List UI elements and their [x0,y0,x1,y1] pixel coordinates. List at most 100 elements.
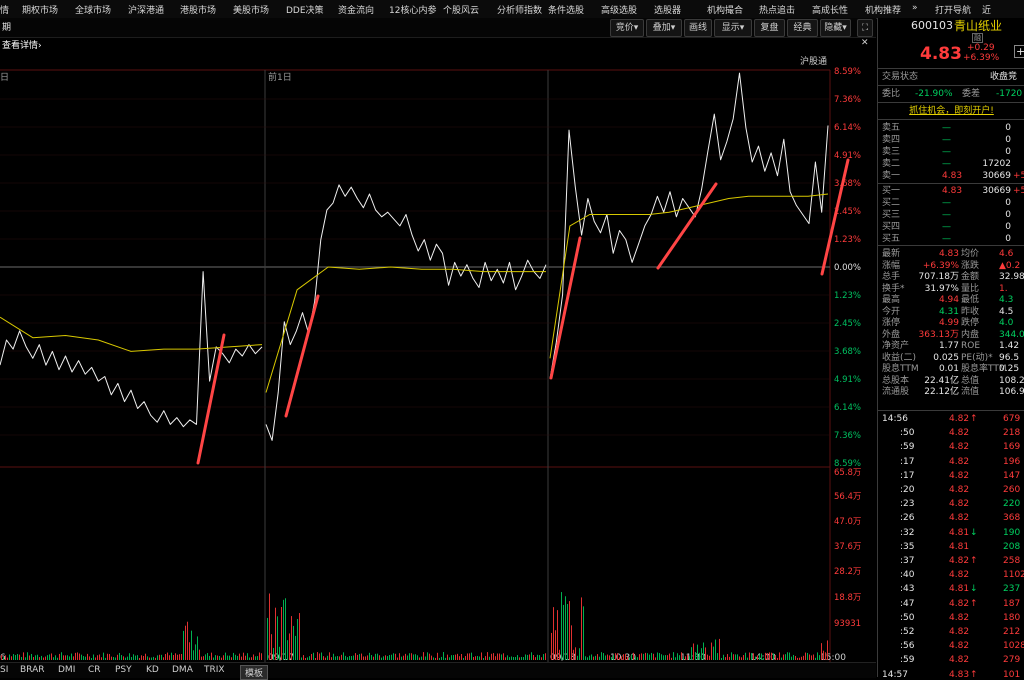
volume-bar [15,655,16,660]
volume-bar [91,657,92,660]
volume-bar [729,656,730,660]
volume-bar [155,657,156,660]
volume-bar [681,652,682,660]
volume-bar [463,657,464,660]
volume-bar [165,654,166,660]
draw-button[interactable]: 画线 [684,19,712,37]
indicator-tab[interactable]: CR [88,665,101,675]
volume-bar [455,654,456,660]
volume-bar [389,655,390,660]
pct-tick-label: 7.36% [834,95,861,105]
volume-bar [27,652,28,660]
top-menu-item[interactable]: 美股市场 [233,3,269,16]
top-menu-item[interactable]: 条件选股 [548,3,584,16]
bid-button[interactable]: 竞价▾ [610,19,644,37]
volume-bar [677,653,678,660]
top-menu-item[interactable]: 期权市场 [22,3,58,16]
top-menu-item[interactable]: 全球市场 [75,3,111,16]
top-menu-item[interactable]: 近 [982,3,991,16]
top-menu-item[interactable]: 高成长性 [812,3,848,16]
top-menu-item[interactable]: 个股风云 [443,3,479,16]
tick-row: :26 4.82 368 [900,513,1021,524]
volume-bar [735,654,736,660]
stock-code: 600103 [911,19,953,32]
volume-bar [335,656,336,660]
top-menu-item[interactable]: 沪深港通 [128,3,164,16]
volume-bar [11,656,12,660]
volume-bar [717,653,718,660]
pct-tick-label: 6.14% [834,403,861,413]
volume-bar [807,652,808,660]
top-menu-item[interactable]: 高级选股 [601,3,637,16]
volume-bar [503,653,504,660]
volume-bar [769,652,770,660]
top-menu-item[interactable]: 12核心内参 [389,3,436,16]
indicator-tab[interactable]: 模板 [240,665,269,680]
volume-bar [539,655,540,660]
replay-button[interactable]: 复盘 [754,19,785,37]
top-menu-item[interactable]: 分析师指数 [497,3,542,16]
top-menu-item[interactable]: » [912,3,918,13]
indicator-tab[interactable]: DMA [172,665,193,675]
stat-row: 总手 707.18万 金额 32.98 [882,272,1024,282]
volume-bar [391,654,392,660]
volume-bar [645,652,646,660]
volume-bar [601,652,602,660]
top-menu-item[interactable]: 港股市场 [180,3,216,16]
top-menu-item[interactable]: 选股器 [654,3,681,16]
display-button[interactable]: 显示▾ [714,19,752,37]
volume-bar [797,657,798,660]
volume-bar [537,654,538,660]
top-menu-item[interactable]: 机构撮合 [707,3,743,16]
indicator-tab[interactable]: BRAR [20,665,44,675]
volume-bar [117,654,118,660]
volume-bar [19,654,20,660]
volume-bar [303,655,304,660]
volume-bar [177,654,178,660]
period-tab[interactable]: 期 [2,20,11,33]
pct-tick-label: 6.14% [834,123,861,133]
pct-tick-label: 3.68% [834,347,861,357]
stat-row: 今开 4.31 昨收 4.5 [882,306,1014,317]
volume-bar [811,655,812,660]
stat-row: 流通股 22.12亿 流值 106.9 [882,387,1024,397]
volume-bar [761,653,762,660]
top-menu-item[interactable]: DDE决策 [286,3,324,16]
volume-bar [109,654,110,660]
volume-bar [767,653,768,660]
last-price: 4.83 [920,44,962,64]
tick-row: :59 4.82 169 [900,442,1021,453]
volume-bar [661,654,662,660]
volume-bar [235,654,236,660]
indicator-tab[interactable]: SI [0,665,8,675]
chart-svg[interactable]: 8.59% 7.36% 6.14% 4.91% 3.68% 2.45% 1.23% 0.00%… [0,38,876,677]
stat-row: 涨幅 +6.39% 涨跌 ▲0.2 [882,260,1021,271]
pct-tick-label: 1.23% [834,291,861,301]
volume-bar [75,652,76,660]
volume-bar [437,652,438,660]
intraday-chart[interactable]: 8.59% 7.36% 6.14% 4.91% 3.68% 2.45% 1.23% 0.00%… [0,38,876,677]
volume-bar [39,657,40,660]
volume-bar [99,654,100,660]
volume-bar [551,632,552,660]
add-watchlist-button[interactable]: + [1014,45,1024,58]
open-account-promo[interactable]: 抓住机会，即刻开户! [878,105,1024,117]
top-menu-item[interactable]: 情 [0,3,9,16]
classic-button[interactable]: 经典 [787,19,818,37]
top-menu-item[interactable]: 机构推荐 [865,3,901,16]
hide-button[interactable]: 隐藏▾ [820,19,851,37]
volume-bar [79,653,80,660]
overlay-button[interactable]: 叠加▾ [646,19,682,37]
volume-bar [37,654,38,660]
indicator-tab[interactable]: TRIX [204,665,225,675]
top-menu-item[interactable]: 打开导航 [935,3,971,16]
indicator-tab[interactable]: DMI [58,665,75,675]
top-menu-item[interactable]: 热点追击 [759,3,795,16]
volume-bar [625,653,626,660]
indicator-tab[interactable]: PSY [115,665,132,675]
indicator-tab[interactable]: KD [146,665,159,675]
volume-bar [469,653,470,660]
top-menu-item[interactable]: 资金流向 [338,3,374,16]
expand-icon[interactable]: ⛶ [857,19,873,37]
volume-bar [229,655,230,660]
